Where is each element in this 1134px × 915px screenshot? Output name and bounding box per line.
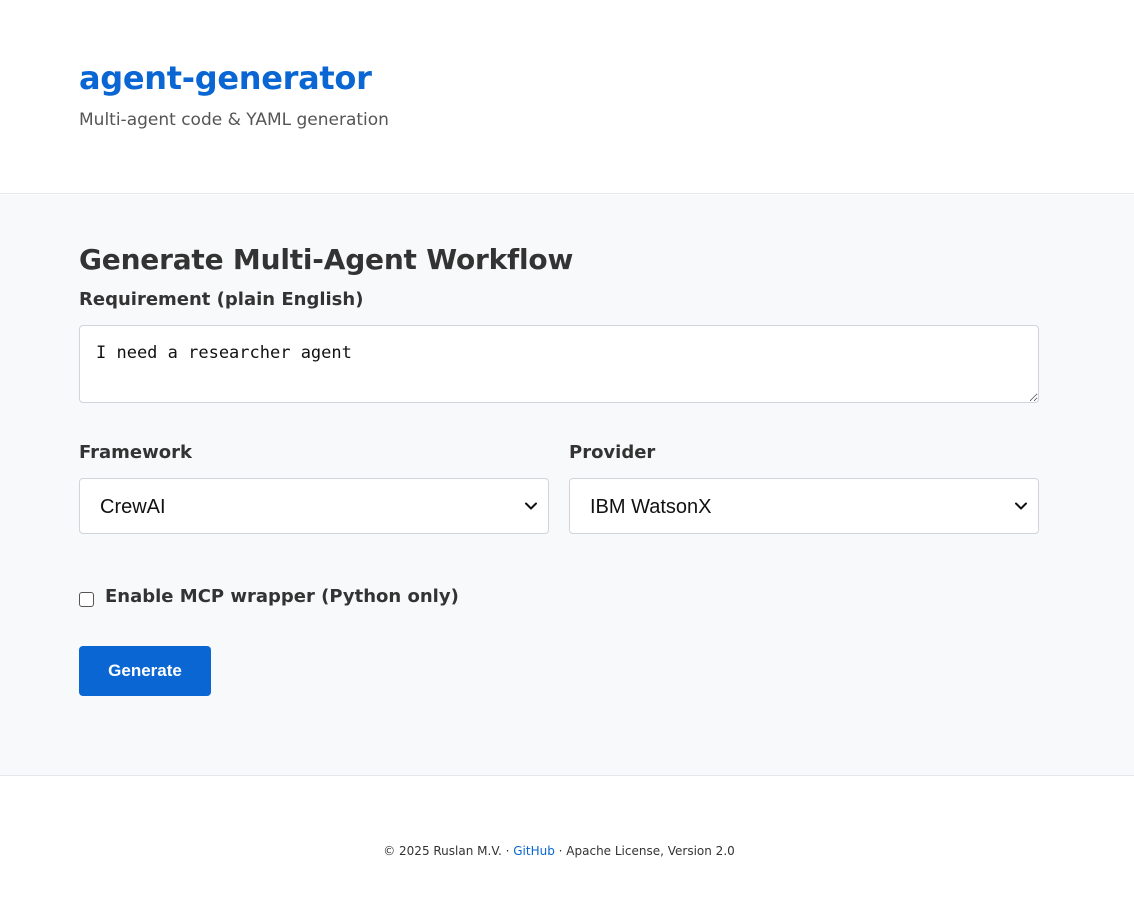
generator-form-section: Generate Multi-Agent Workflow Requiremen… bbox=[0, 195, 1134, 776]
site-footer: © 2025 Ruslan M.V. · GitHub · Apache Lic… bbox=[0, 777, 1134, 915]
generate-button[interactable]: Generate bbox=[79, 646, 211, 696]
provider-label: Provider bbox=[569, 442, 656, 463]
form-heading: Generate Multi-Agent Workflow bbox=[79, 243, 574, 276]
site-header: agent-generator Multi-agent code & YAML … bbox=[0, 0, 1134, 194]
chevron-down-icon bbox=[1015, 502, 1027, 510]
requirement-label: Requirement (plain English) bbox=[79, 289, 364, 310]
footer-copyright: © 2025 Ruslan M.V. · bbox=[383, 844, 514, 858]
provider-select[interactable]: IBM WatsonX bbox=[569, 478, 1039, 534]
framework-select[interactable]: CrewAI bbox=[79, 478, 549, 534]
provider-selected-value: IBM WatsonX bbox=[590, 496, 712, 518]
mcp-label[interactable]: Enable MCP wrapper (Python only) bbox=[105, 584, 459, 610]
requirement-input[interactable]: I need a researcher agent bbox=[79, 325, 1039, 403]
framework-selected-value: CrewAI bbox=[100, 496, 166, 518]
site-subtitle: Multi-agent code & YAML generation bbox=[79, 110, 389, 130]
framework-label: Framework bbox=[79, 442, 192, 463]
footer-text: © 2025 Ruslan M.V. · GitHub · Apache Lic… bbox=[0, 843, 1118, 859]
github-link[interactable]: GitHub bbox=[513, 844, 555, 858]
chevron-down-icon bbox=[525, 502, 537, 510]
site-title: agent-generator bbox=[79, 59, 372, 97]
footer-license: · Apache License, Version 2.0 bbox=[554, 844, 735, 858]
mcp-checkbox[interactable] bbox=[79, 592, 94, 607]
